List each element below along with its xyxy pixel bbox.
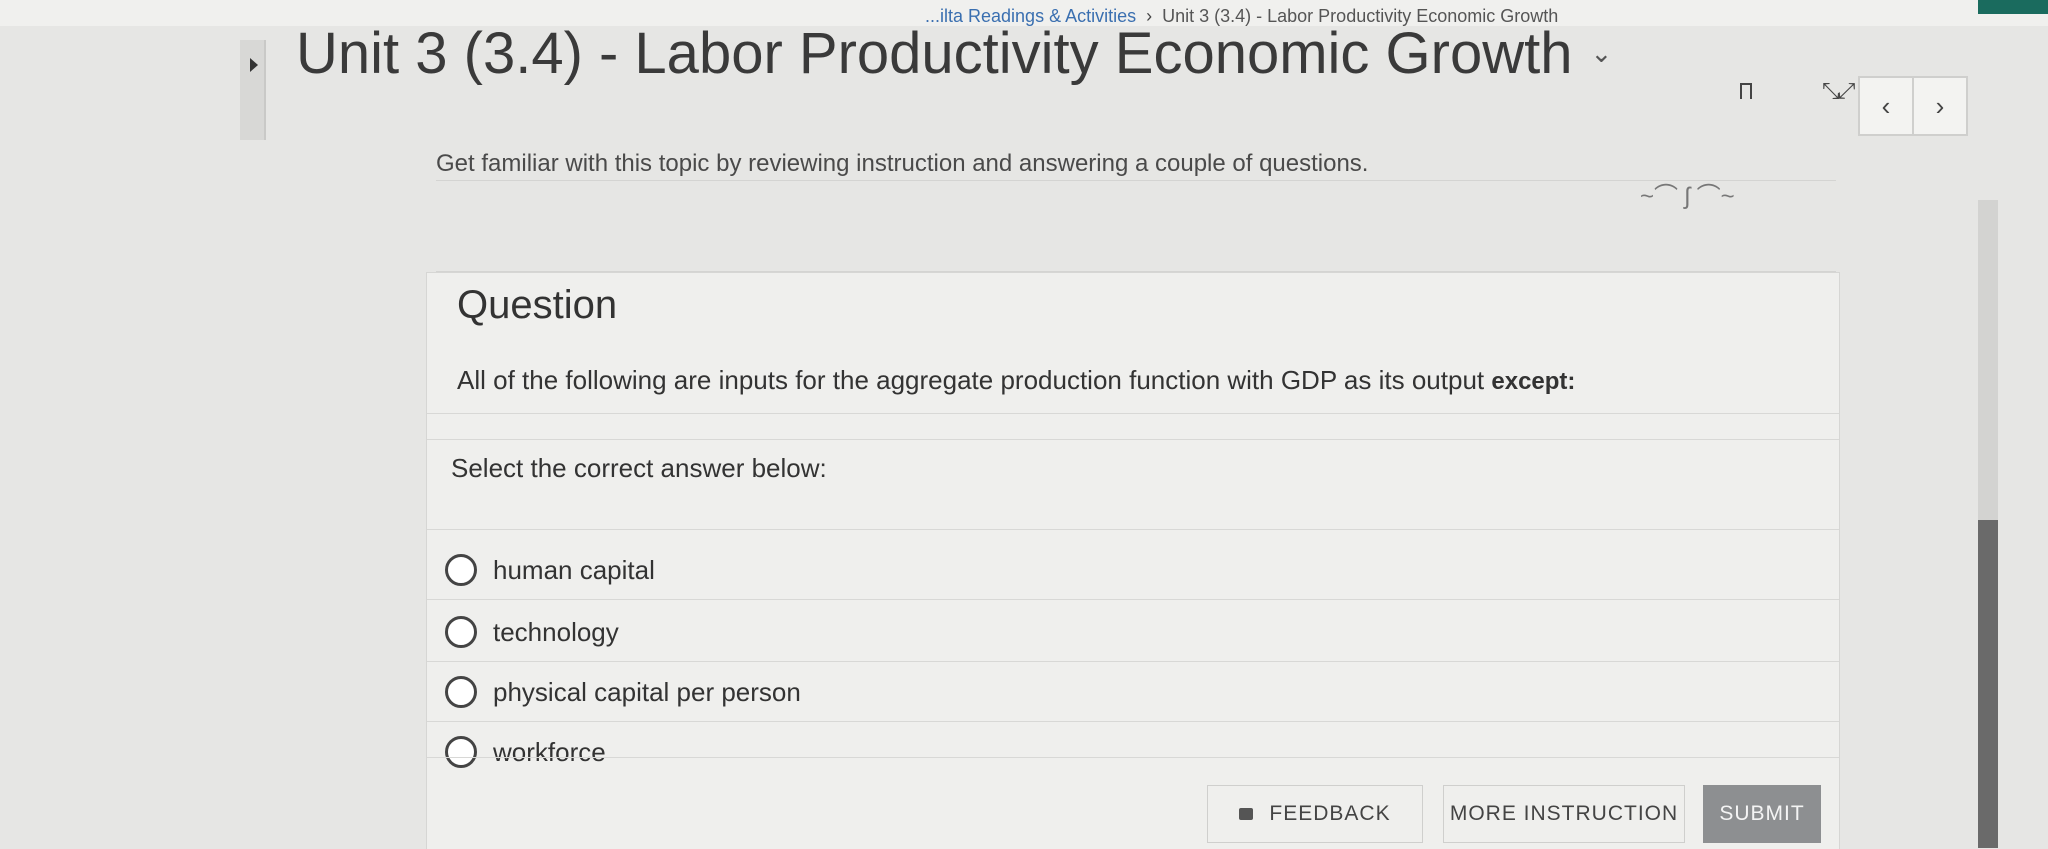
handwritten-mark: ~⌒ ʃ ⌒~ bbox=[1640, 183, 1735, 210]
question-prompt-text: All of the following are inputs for the … bbox=[457, 365, 1485, 395]
chevron-down-icon[interactable]: ⌄ bbox=[1590, 38, 1612, 69]
divider bbox=[427, 529, 1839, 530]
bookmark-icon[interactable] bbox=[1740, 83, 1752, 99]
answer-option-label: physical capital per person bbox=[493, 676, 801, 707]
intro-panel bbox=[436, 180, 1836, 272]
more-instruction-button[interactable]: MORE INSTRUCTION bbox=[1443, 785, 1685, 843]
next-button[interactable]: › bbox=[1914, 76, 1968, 136]
divider bbox=[427, 721, 1839, 722]
select-label: Select the correct answer below: bbox=[451, 453, 827, 483]
radio-button[interactable] bbox=[445, 554, 477, 586]
radio-button[interactable] bbox=[445, 676, 477, 708]
nav-buttons: ‹ › bbox=[1858, 76, 1968, 136]
answer-option[interactable]: technology bbox=[427, 603, 1839, 661]
divider bbox=[427, 413, 1839, 414]
divider bbox=[427, 439, 1839, 440]
action-bar: FEEDBACK MORE INSTRUCTION SUBMIT bbox=[427, 785, 1839, 845]
question-prompt: All of the following are inputs for the … bbox=[457, 365, 1575, 396]
divider bbox=[427, 661, 1839, 662]
answer-option[interactable]: physical capital per person bbox=[427, 663, 1839, 721]
feedback-button[interactable]: FEEDBACK bbox=[1207, 785, 1423, 843]
accent-corner bbox=[1978, 0, 2048, 14]
expand-icon[interactable]: ⤡⤢ bbox=[1822, 78, 1855, 104]
scrollbar-thumb[interactable] bbox=[1978, 520, 1998, 848]
question-card: Question All of the following are inputs… bbox=[426, 272, 1840, 849]
answer-option-label: human capital bbox=[493, 554, 655, 585]
answer-option[interactable]: human capital bbox=[427, 541, 1839, 599]
divider bbox=[427, 599, 1839, 600]
radio-button[interactable] bbox=[445, 616, 477, 648]
expand-sidebar-icon[interactable] bbox=[250, 58, 258, 72]
header-icons: ⤡⤢ bbox=[1740, 78, 1855, 104]
answer-option-label: technology bbox=[493, 616, 619, 647]
intro-text: Get familiar with this topic by reviewin… bbox=[436, 150, 1369, 177]
sidebar-toggle[interactable] bbox=[240, 40, 266, 140]
question-prompt-emphasis: except: bbox=[1491, 368, 1576, 395]
feedback-icon bbox=[1239, 808, 1254, 820]
feedback-label: FEEDBACK bbox=[1269, 802, 1391, 825]
page-title: Unit 3 (3.4) - Labor Productivity Econom… bbox=[296, 21, 1573, 86]
question-heading: Question bbox=[457, 283, 618, 327]
divider bbox=[427, 757, 1839, 758]
radio-button[interactable] bbox=[445, 736, 477, 768]
answer-option[interactable]: workforce bbox=[427, 723, 1839, 781]
prev-button[interactable]: ‹ bbox=[1858, 76, 1914, 136]
answer-option-label: workforce bbox=[493, 736, 606, 767]
submit-button[interactable]: SUBMIT bbox=[1703, 785, 1821, 843]
page-title-wrapper[interactable]: Unit 3 (3.4) - Labor Productivity Econom… bbox=[296, 20, 1612, 87]
